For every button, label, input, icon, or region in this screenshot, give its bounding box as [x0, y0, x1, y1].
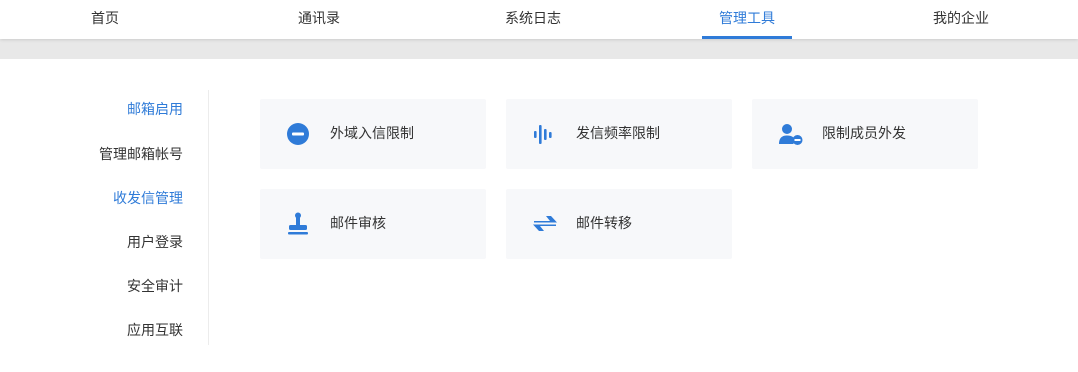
card-label: 邮件转移 [576, 216, 632, 232]
tab-system-log[interactable]: 系统日志 [498, 0, 568, 39]
tab-admin-tools[interactable]: 管理工具 [702, 0, 792, 39]
card-label: 邮件审核 [330, 216, 386, 232]
sidebar-item-mail-flow[interactable]: 收发信管理 [113, 187, 183, 211]
card-mail-transfer[interactable]: 邮件转移 [506, 189, 732, 259]
sidebar: 邮箱启用 管理邮箱帐号 收发信管理 用户登录 安全审计 应用互联 [0, 90, 209, 345]
sidebar-item-manage-accounts[interactable]: 管理邮箱帐号 [99, 143, 183, 167]
card-send-frequency-limit[interactable]: 发信频率限制 [506, 99, 732, 169]
transfer-arrows-icon [532, 212, 557, 236]
minus-circle-icon [286, 122, 310, 146]
card-label: 限制成员外发 [822, 126, 906, 142]
tab-my-enterprise[interactable]: 我的企业 [926, 0, 996, 39]
sidebar-item-user-login[interactable]: 用户登录 [127, 231, 183, 255]
tab-contacts[interactable]: 通讯录 [289, 0, 349, 39]
frequency-bars-icon [532, 122, 556, 146]
card-label: 外域入信限制 [330, 126, 414, 142]
tab-home[interactable]: 首页 [75, 0, 135, 39]
card-restrict-member-outbound[interactable]: 限制成员外发 [752, 99, 978, 169]
active-tab-indicator [702, 36, 792, 39]
card-label: 发信频率限制 [576, 126, 660, 142]
header-divider-band [0, 39, 1078, 59]
card-external-inbound-limit[interactable]: 外域入信限制 [260, 99, 486, 169]
sidebar-item-app-integration[interactable]: 应用互联 [127, 319, 183, 343]
sidebar-item-mailbox-enable[interactable]: 邮箱启用 [127, 98, 183, 122]
card-mail-review[interactable]: 邮件审核 [260, 189, 486, 259]
top-navigation: 首页 通讯录 系统日志 管理工具 我的企业 [0, 0, 1078, 39]
sidebar-item-security-audit[interactable]: 安全审计 [127, 275, 183, 299]
stamp-icon [286, 212, 310, 236]
user-minus-icon [778, 122, 803, 146]
